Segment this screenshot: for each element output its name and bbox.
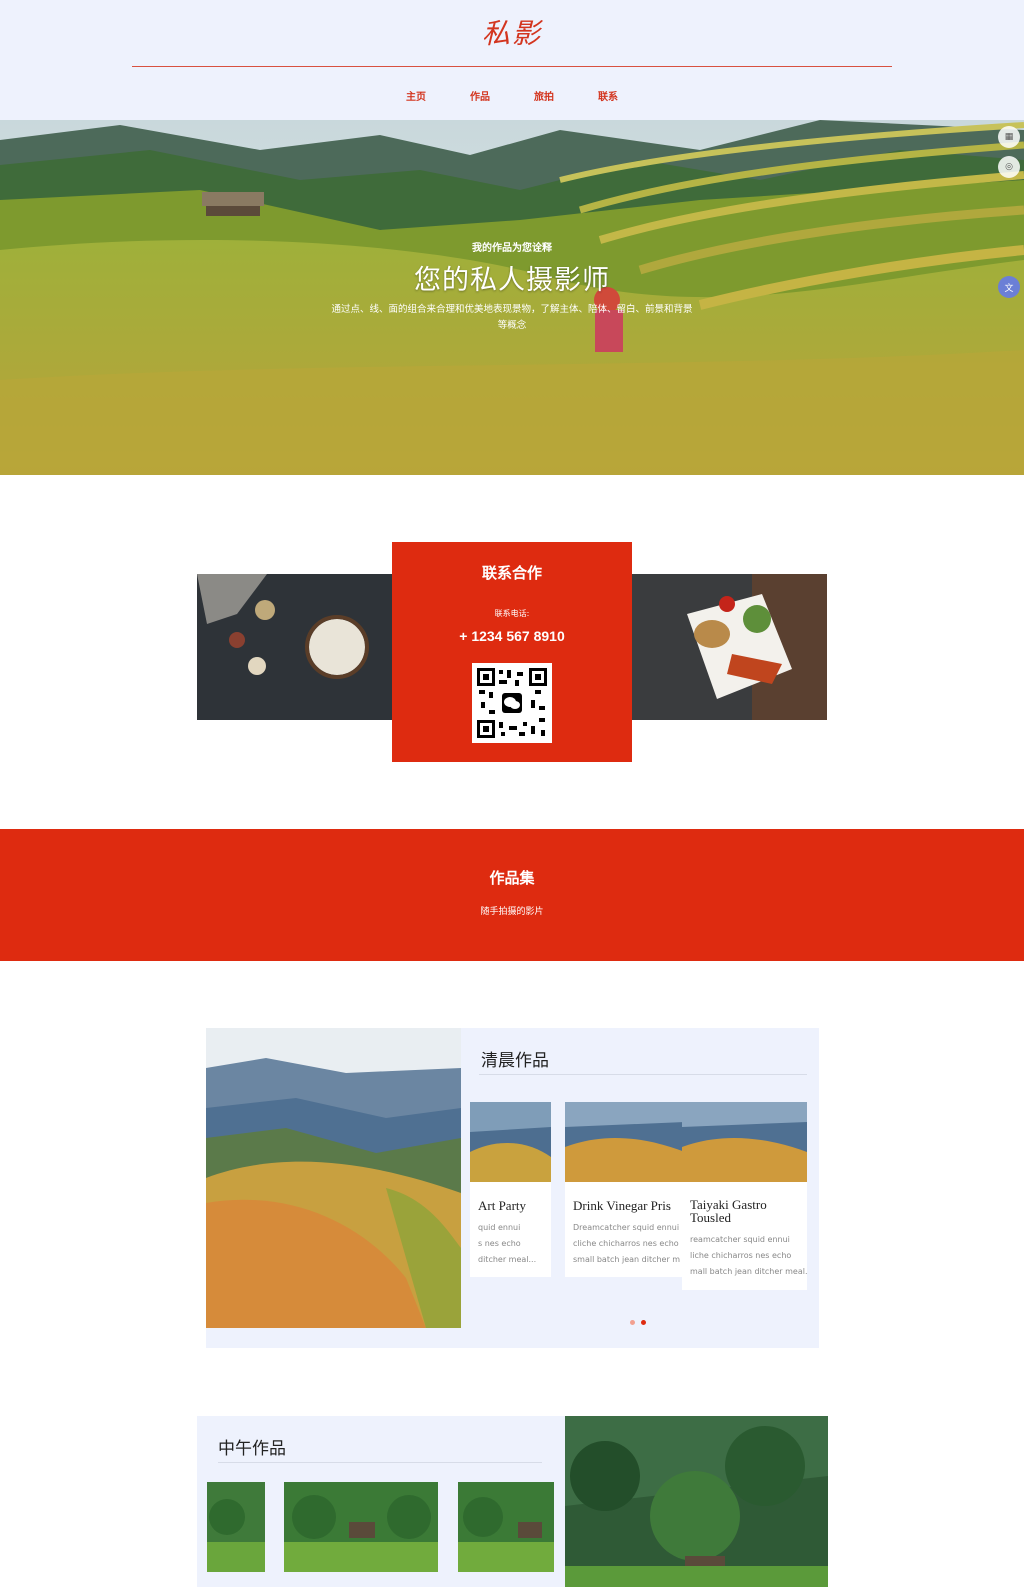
noon-title: 中午作品 bbox=[218, 1439, 286, 1459]
morning-feature-photo[interactable] bbox=[206, 1028, 461, 1328]
nav-contact[interactable]: 联系 bbox=[598, 88, 618, 103]
carousel-dot-active[interactable] bbox=[641, 1320, 646, 1325]
carousel-dots bbox=[630, 1320, 646, 1325]
work-card-thumbnail bbox=[470, 1102, 551, 1182]
work-card-desc: reamcatcher squid ennui liche chicharros … bbox=[690, 1235, 807, 1276]
noon-feature-photo[interactable] bbox=[565, 1416, 828, 1587]
hero-kicker: 我的作品为您诠释 bbox=[472, 243, 552, 254]
work-card-thumbnail bbox=[565, 1102, 685, 1182]
nav-works[interactable]: 作品 bbox=[470, 88, 490, 103]
work-card-desc: Dreamcatcher squid ennui cliche chicharro… bbox=[573, 1223, 681, 1264]
hero-banner: 我的作品为您诠释 您的私人摄影师 通过点、线、面的组合来合理和优美地表现景物，了… bbox=[0, 120, 1024, 475]
noon-work-thumbnail[interactable] bbox=[284, 1482, 438, 1572]
morning-works-section: 清晨作品 Art Party quid ennui s nes echo ditch… bbox=[206, 1028, 819, 1348]
contact-card: 联系合作 联系电话: + 1234 567 8910 bbox=[392, 542, 632, 762]
phone-number[interactable]: + 1234 567 8910 bbox=[392, 628, 632, 644]
work-card[interactable]: Taiyaki Gastro Tousled reamcatcher squid… bbox=[682, 1102, 807, 1290]
brand-logo[interactable]: 私影 bbox=[0, 12, 1024, 52]
work-card-title: Art Party bbox=[478, 1198, 527, 1213]
morning-title: 清晨作品 bbox=[481, 1051, 549, 1071]
noon-works-section: 中午作品 bbox=[197, 1416, 565, 1587]
translate-icon[interactable]: 文 bbox=[998, 276, 1020, 298]
nav-travel[interactable]: 旅拍 bbox=[534, 88, 554, 103]
work-card-thumbnail bbox=[682, 1102, 807, 1182]
hero-photo-rice-terraces bbox=[0, 120, 1024, 475]
wechat-qr-code bbox=[472, 663, 552, 743]
works-title: 作品集 bbox=[489, 869, 535, 887]
noon-work-thumbnail[interactable] bbox=[207, 1482, 265, 1572]
qr-tool-icon[interactable]: ▦ bbox=[998, 126, 1020, 148]
food-photo-left bbox=[197, 574, 393, 720]
header-divider bbox=[132, 66, 892, 67]
works-banner: 作品集 随手拍摄的影片 bbox=[0, 829, 1024, 961]
work-card[interactable]: Drink Vinegar Pris Dreamcatcher squid en… bbox=[565, 1102, 685, 1277]
noon-work-thumbnail[interactable] bbox=[458, 1482, 554, 1572]
work-card[interactable]: Art Party quid ennui s nes echo ditcher me… bbox=[470, 1102, 551, 1277]
hero-description: 通过点、线、面的组合来合理和优美地表现景物，了解主体、陪体、留白、前景和背景等概… bbox=[331, 304, 693, 331]
food-photo-right bbox=[632, 574, 827, 720]
morning-divider bbox=[479, 1074, 807, 1075]
noon-divider bbox=[218, 1462, 542, 1463]
works-subtitle: 随手拍摄的影片 bbox=[480, 907, 544, 917]
carousel-dot[interactable] bbox=[630, 1320, 635, 1325]
share-icon[interactable]: ◎ bbox=[998, 156, 1020, 178]
work-card-title: Drink Vinegar Pris bbox=[573, 1198, 671, 1213]
work-card-title: Taiyaki Gastro Tousled bbox=[690, 1197, 767, 1225]
main-nav: 主页 作品 旅拍 联系 bbox=[0, 88, 1024, 103]
work-card-desc: quid ennui s nes echo ditcher meal... bbox=[478, 1223, 537, 1264]
nav-home[interactable]: 主页 bbox=[406, 88, 426, 103]
contact-title: 联系合作 bbox=[481, 564, 542, 582]
phone-label: 联系电话: bbox=[494, 609, 530, 618]
site-header: 私影 主页 作品 旅拍 联系 bbox=[0, 0, 1024, 120]
hero-title: 您的私人摄影师 bbox=[414, 265, 610, 296]
